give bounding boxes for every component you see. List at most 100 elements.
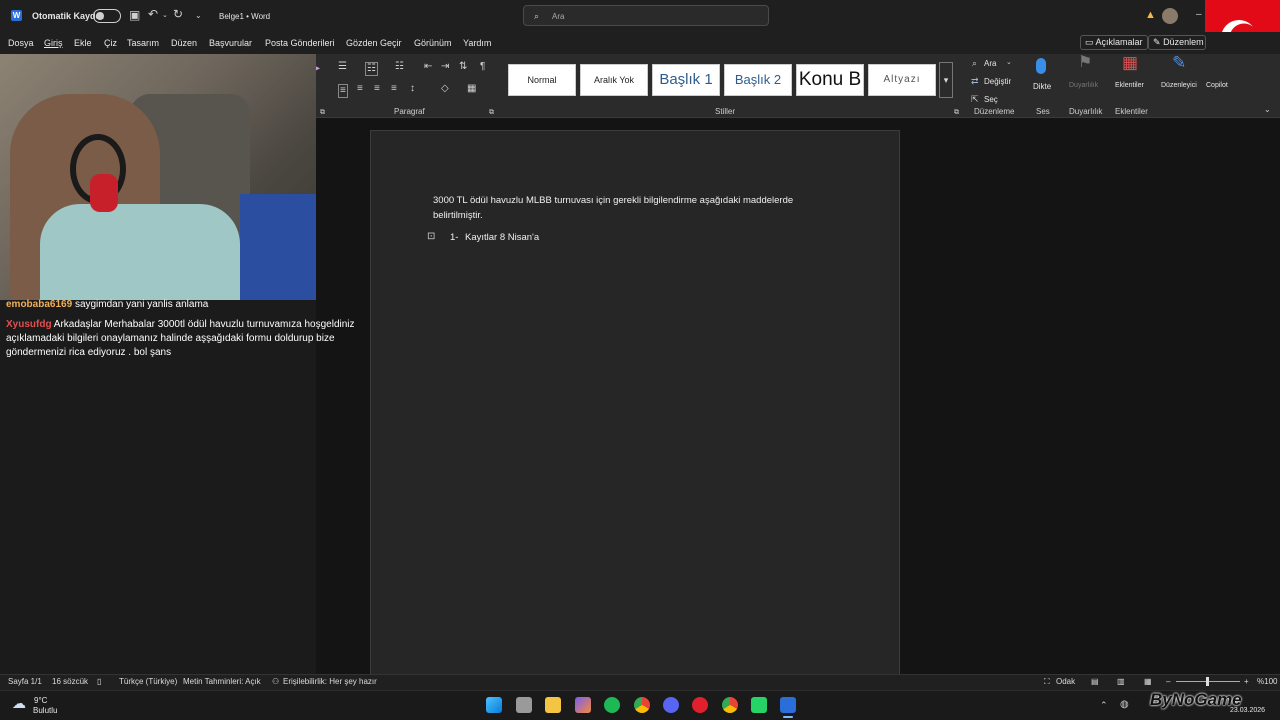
menu-dosya[interactable]: Dosya xyxy=(8,38,34,48)
addins-label[interactable]: Eklentiler xyxy=(1115,82,1144,89)
discord-icon[interactable] xyxy=(663,697,679,713)
tray-chevron-icon[interactable]: ⌃ xyxy=(1100,700,1108,710)
cloud-icon[interactable]: ☁ xyxy=(12,696,26,710)
redo-icon[interactable]: ↻ xyxy=(173,8,183,20)
menu-yardim[interactable]: Yardım xyxy=(463,38,491,48)
weather-desc[interactable]: Bulutlu xyxy=(33,706,57,715)
document-paragraph[interactable]: 3000 TL ödül havuzlu MLBB turnuvası için… xyxy=(433,193,843,223)
shading-icon[interactable]: ◇ xyxy=(441,84,449,94)
read-mode-icon[interactable]: ▤ xyxy=(1091,677,1099,686)
increase-indent-icon[interactable]: ⇥ xyxy=(441,62,449,72)
style-normal[interactable]: Normal xyxy=(508,64,576,96)
line-spacing-icon[interactable]: ↕ xyxy=(410,84,415,94)
status-focus[interactable]: Odak xyxy=(1056,677,1075,686)
search-box[interactable]: ⌕ Ara xyxy=(523,5,769,26)
menu-gorunum[interactable]: Görünüm xyxy=(414,38,452,48)
align-center-icon[interactable]: ≡ xyxy=(357,84,363,94)
styles-expand-icon[interactable]: ⧉ xyxy=(954,108,959,118)
opera-icon[interactable] xyxy=(692,697,708,713)
microphone-icon[interactable] xyxy=(1036,58,1046,74)
style-heading-2[interactable]: Başlık 2 xyxy=(724,64,792,96)
editor-label[interactable]: Düzenleyici xyxy=(1161,82,1197,89)
style-heading-1[interactable]: Başlık 1 xyxy=(652,64,720,96)
customize-qat-icon[interactable]: ⌄ xyxy=(195,11,202,21)
status-zoom[interactable]: %100 xyxy=(1257,677,1277,686)
replace-label[interactable]: Değiştir xyxy=(984,77,1011,86)
status-page[interactable]: Sayfa 1/1 xyxy=(8,677,42,686)
find-dropdown-icon[interactable]: ⌄ xyxy=(1006,58,1012,68)
sort-icon[interactable]: ⇅ xyxy=(459,62,467,72)
select-label[interactable]: Seç xyxy=(984,95,998,104)
ribbon-collapse-icon[interactable]: ⌄ xyxy=(1264,105,1271,115)
style-no-spacing[interactable]: Aralık Yok xyxy=(580,64,648,96)
focus-icon[interactable]: ⛶ xyxy=(1044,677,1050,687)
multilevel-list-icon[interactable]: ☷ xyxy=(395,62,404,72)
accessibility-icon[interactable]: ⚇ xyxy=(272,677,279,686)
status-accessibility[interactable]: Erişilebilirlik: Her şey hazır xyxy=(283,677,377,686)
autosave-toggle[interactable] xyxy=(93,9,121,23)
start-icon[interactable] xyxy=(486,697,502,713)
spotify-icon[interactable] xyxy=(604,697,620,713)
task-view-icon[interactable] xyxy=(516,697,532,713)
sensitivity-label[interactable]: Duyarlılık xyxy=(1069,82,1098,89)
comments-button[interactable]: ▭ Açıklamalar xyxy=(1080,35,1148,50)
web-layout-icon[interactable]: ▦ xyxy=(1144,677,1152,686)
menu-posta-gonderileri[interactable]: Posta Gönderileri xyxy=(265,38,335,48)
tray-network-icon[interactable]: ◍ xyxy=(1120,700,1129,710)
menu-duzen[interactable]: Düzen xyxy=(171,38,197,48)
menu-giris[interactable]: Giriş xyxy=(44,38,63,48)
file-explorer-icon[interactable] xyxy=(545,697,561,713)
menu-ciz[interactable]: Çiz xyxy=(104,38,117,48)
sensitivity-icon[interactable]: ⚑ xyxy=(1078,55,1092,71)
style-subtitle[interactable]: Altyazı xyxy=(868,64,936,96)
zoom-slider[interactable] xyxy=(1176,677,1240,686)
status-predictions[interactable]: Metin Tahminleri: Açık xyxy=(183,677,261,686)
zoom-slider-thumb[interactable] xyxy=(1206,677,1209,686)
numbering-icon[interactable]: ☷ xyxy=(365,62,378,76)
status-language[interactable]: Türkçe (Türkiye) xyxy=(119,677,177,686)
style-title[interactable]: Konu B xyxy=(796,64,864,96)
minimize-icon[interactable]: – xyxy=(1196,10,1202,20)
dictate-label[interactable]: Dikte xyxy=(1033,82,1051,91)
avatar[interactable] xyxy=(1162,8,1178,24)
whatsapp-icon[interactable] xyxy=(751,697,767,713)
proofing-icon[interactable]: ▯ xyxy=(97,677,101,686)
borders-icon[interactable]: ▦ xyxy=(467,84,476,94)
print-layout-icon[interactable]: ▥ xyxy=(1117,677,1125,686)
undo-icon[interactable]: ↶ xyxy=(148,8,158,20)
weather-temp[interactable]: 9°C xyxy=(34,696,47,705)
decrease-indent-icon[interactable]: ⇤ xyxy=(424,62,432,72)
menu-tasarim[interactable]: Tasarım xyxy=(127,38,159,48)
document-page[interactable]: 3000 TL ödül havuzlu MLBB turnuvası için… xyxy=(370,130,900,690)
bullets-icon[interactable]: ☰ xyxy=(338,62,347,72)
undo-dropdown-icon[interactable]: ⌄ xyxy=(162,11,168,21)
paragraph-expand-icon[interactable]: ⧉ xyxy=(489,108,494,118)
menu-gozden-gecir[interactable]: Gözden Geçir xyxy=(346,38,402,48)
chrome-icon[interactable] xyxy=(634,697,650,713)
warning-icon[interactable]: ▲ xyxy=(1145,10,1156,21)
find-icon[interactable]: ⌕ xyxy=(972,58,977,68)
addins-icon[interactable]: ▦ xyxy=(1122,54,1138,71)
copilot-label[interactable]: Copilot xyxy=(1206,82,1228,89)
editor-icon[interactable]: ✎ xyxy=(1172,54,1186,71)
status-words[interactable]: 16 sözcük xyxy=(52,677,88,686)
align-right-icon[interactable]: ≡ xyxy=(374,84,380,94)
find-label[interactable]: Ara xyxy=(984,59,996,68)
menu-basvurular[interactable]: Başvurular xyxy=(209,38,252,48)
copilot-app-icon[interactable] xyxy=(575,697,591,713)
taskbar-date[interactable]: 23.03.2026 xyxy=(1230,707,1265,714)
save-icon[interactable]: ▣ xyxy=(129,9,140,21)
zoom-in-icon[interactable]: + xyxy=(1244,677,1249,686)
align-left-icon[interactable]: ≡ xyxy=(338,84,348,98)
editing-mode-button[interactable]: ✎ Düzenlem xyxy=(1148,35,1206,50)
replace-icon[interactable]: ⇄ xyxy=(971,76,979,86)
menu-ekle[interactable]: Ekle xyxy=(74,38,92,48)
font-group-expand-icon[interactable]: ⧉ xyxy=(320,108,325,118)
pilcrow-icon[interactable]: ¶ xyxy=(480,62,485,72)
zoom-out-icon[interactable]: – xyxy=(1166,677,1170,686)
autoformat-options-icon[interactable]: ⊡ xyxy=(427,232,435,242)
list-item[interactable]: Kayıtlar 8 Nisan'a xyxy=(465,232,539,243)
word-taskbar-icon[interactable] xyxy=(780,697,796,713)
justify-icon[interactable]: ≡ xyxy=(391,84,397,94)
chrome-alt-icon[interactable] xyxy=(722,697,738,713)
